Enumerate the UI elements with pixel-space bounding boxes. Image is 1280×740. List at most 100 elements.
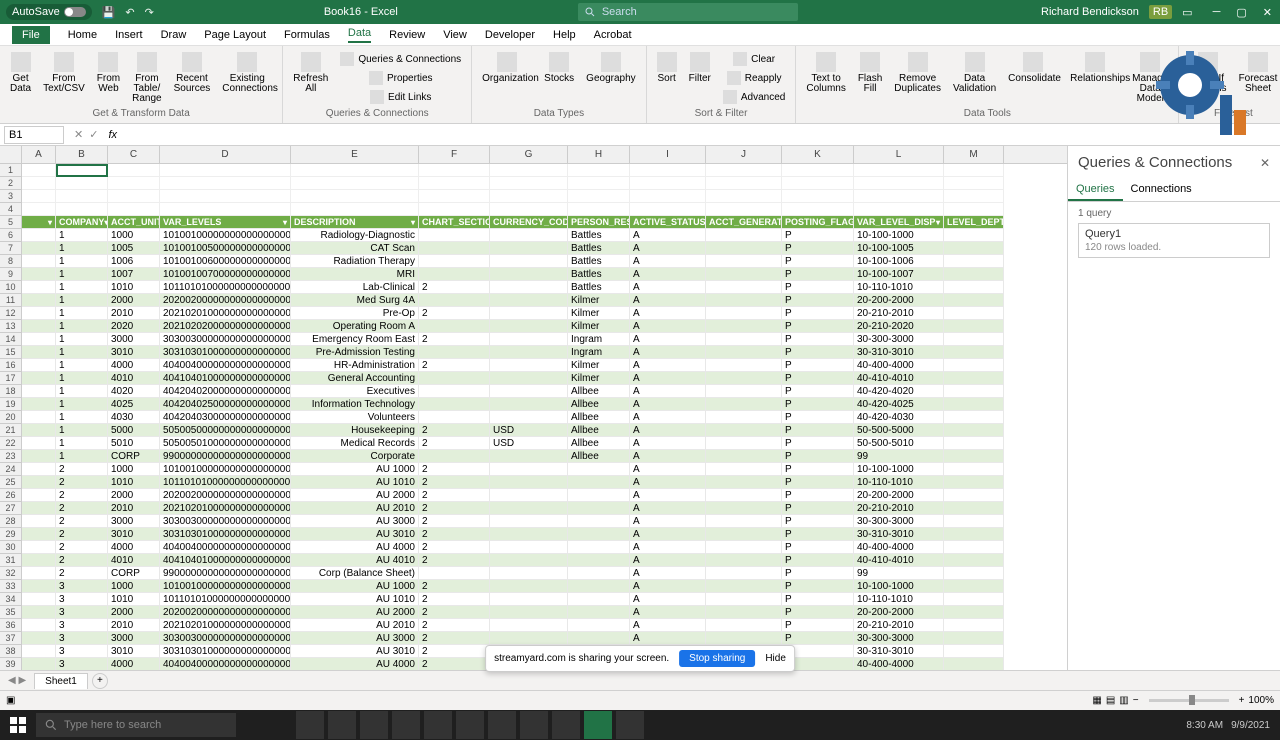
- task-icon[interactable]: [488, 711, 516, 739]
- cell[interactable]: 2: [56, 476, 108, 489]
- cell[interactable]: [944, 294, 1004, 307]
- cell[interactable]: [568, 619, 630, 632]
- cell[interactable]: P: [782, 580, 854, 593]
- cell[interactable]: [944, 203, 1004, 216]
- normal-view-icon[interactable]: ▦: [1092, 695, 1101, 706]
- row-header[interactable]: 8: [0, 255, 22, 268]
- cell[interactable]: [706, 606, 782, 619]
- cell[interactable]: P: [782, 450, 854, 463]
- cell[interactable]: Corp (Balance Sheet): [291, 567, 419, 580]
- cell[interactable]: 4000: [108, 658, 160, 670]
- autosave-toggle[interactable]: AutoSave: [6, 4, 92, 20]
- cell[interactable]: 2: [419, 281, 490, 294]
- cell[interactable]: P: [782, 632, 854, 645]
- cell[interactable]: 50-500-5010: [854, 437, 944, 450]
- cell[interactable]: [56, 190, 108, 203]
- cell[interactable]: A: [630, 580, 706, 593]
- cell[interactable]: [944, 385, 1004, 398]
- ribbon-button[interactable]: Properties: [336, 69, 465, 87]
- fx-icon[interactable]: fx: [108, 129, 117, 141]
- cell[interactable]: [944, 398, 1004, 411]
- ribbon-button[interactable]: Recent Sources: [170, 50, 215, 96]
- cell[interactable]: 4025: [108, 398, 160, 411]
- cell[interactable]: VAR_LEVELS▾: [160, 216, 291, 229]
- task-icon[interactable]: [328, 711, 356, 739]
- cell[interactable]: [419, 177, 490, 190]
- cell[interactable]: 3000: [108, 632, 160, 645]
- cell[interactable]: 2: [419, 502, 490, 515]
- cell[interactable]: A: [630, 333, 706, 346]
- cell[interactable]: 2: [419, 580, 490, 593]
- cell[interactable]: [22, 593, 56, 606]
- row-header[interactable]: 34: [0, 593, 22, 606]
- cell[interactable]: [22, 515, 56, 528]
- cell[interactable]: 2010: [108, 619, 160, 632]
- cell[interactable]: 40400400000000000000000000000: [160, 658, 291, 670]
- cell[interactable]: P: [782, 229, 854, 242]
- worksheet-grid[interactable]: ABCDEFGHIJKLM 12345▾COMPANY▾ACCT_UNIT▾VA…: [0, 146, 1067, 670]
- cell[interactable]: A: [630, 294, 706, 307]
- cell[interactable]: [706, 203, 782, 216]
- cell[interactable]: [568, 463, 630, 476]
- cell[interactable]: [22, 606, 56, 619]
- cell[interactable]: 10-100-1000: [854, 229, 944, 242]
- cell[interactable]: [944, 177, 1004, 190]
- cell[interactable]: [630, 190, 706, 203]
- cell[interactable]: A: [630, 619, 706, 632]
- cell[interactable]: 1: [56, 450, 108, 463]
- cell[interactable]: A: [630, 307, 706, 320]
- cell[interactable]: 20-210-2020: [854, 320, 944, 333]
- cell[interactable]: [490, 450, 568, 463]
- cell[interactable]: 20200200000000000000000000000: [160, 294, 291, 307]
- cell[interactable]: [108, 203, 160, 216]
- tab-draw[interactable]: Draw: [161, 29, 187, 41]
- cell[interactable]: 10-110-1010: [854, 593, 944, 606]
- cell[interactable]: VAR_LEVEL_DISP▾: [854, 216, 944, 229]
- row-header[interactable]: 24: [0, 463, 22, 476]
- row-header[interactable]: 32: [0, 567, 22, 580]
- cell[interactable]: 10-100-1005: [854, 242, 944, 255]
- column-header[interactable]: L: [854, 146, 944, 163]
- cell[interactable]: 5010: [108, 437, 160, 450]
- cell[interactable]: 2: [56, 541, 108, 554]
- cell[interactable]: AU 3010: [291, 645, 419, 658]
- cell[interactable]: 2: [419, 645, 490, 658]
- row-header[interactable]: 12: [0, 307, 22, 320]
- cell[interactable]: [944, 372, 1004, 385]
- cell[interactable]: 2: [419, 515, 490, 528]
- user-name[interactable]: Richard Bendickson: [1041, 6, 1139, 18]
- cell[interactable]: [568, 606, 630, 619]
- cell[interactable]: [706, 476, 782, 489]
- cell[interactable]: Lab-Clinical: [291, 281, 419, 294]
- cell[interactable]: P: [782, 255, 854, 268]
- cell[interactable]: [944, 515, 1004, 528]
- cell[interactable]: P: [782, 320, 854, 333]
- cell[interactable]: 1: [56, 437, 108, 450]
- cell[interactable]: 3: [56, 658, 108, 670]
- row-header[interactable]: 2: [0, 177, 22, 190]
- cell[interactable]: A: [630, 554, 706, 567]
- cell[interactable]: [22, 424, 56, 437]
- zoom-level[interactable]: 100%: [1248, 695, 1274, 706]
- cell[interactable]: P: [782, 515, 854, 528]
- cell[interactable]: 30-300-3000: [854, 515, 944, 528]
- ribbon-button[interactable]: Filter: [685, 50, 715, 86]
- cell[interactable]: [706, 268, 782, 281]
- cell[interactable]: [419, 385, 490, 398]
- row-header[interactable]: 39: [0, 658, 22, 670]
- tab-page-layout[interactable]: Page Layout: [204, 29, 266, 41]
- cell[interactable]: AU 4000: [291, 541, 419, 554]
- cell[interactable]: [490, 203, 568, 216]
- cell[interactable]: [944, 619, 1004, 632]
- ribbon-button[interactable]: Forecast Sheet: [1235, 50, 1280, 96]
- ribbon-button[interactable]: Queries & Connections: [336, 50, 465, 68]
- cell[interactable]: [944, 307, 1004, 320]
- cell[interactable]: Emergency Room East: [291, 333, 419, 346]
- cell[interactable]: P: [782, 294, 854, 307]
- cell[interactable]: 30300300000000000000000000000: [160, 515, 291, 528]
- cell[interactable]: [944, 528, 1004, 541]
- cell[interactable]: 3010: [108, 645, 160, 658]
- cell[interactable]: 4000: [108, 359, 160, 372]
- cell[interactable]: [108, 164, 160, 177]
- cell[interactable]: 2: [419, 658, 490, 670]
